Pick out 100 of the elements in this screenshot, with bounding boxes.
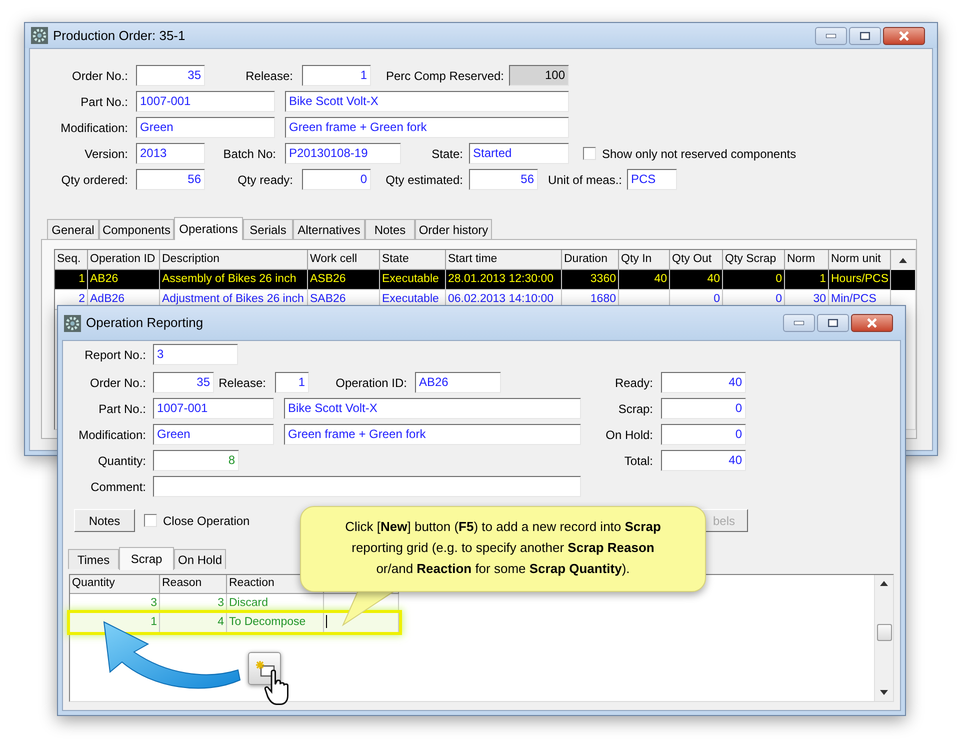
tab[interactable]: Serials [243, 219, 293, 239]
input-field[interactable]: Green [153, 424, 274, 445]
input-field[interactable]: 35 [153, 372, 214, 393]
scroll-down-icon[interactable] [880, 690, 888, 695]
input-field[interactable]: Green frame + Green fork [284, 424, 581, 445]
tab[interactable]: Times [68, 549, 119, 569]
gear-icon [31, 27, 48, 44]
field-label: Report No.: [84, 346, 146, 364]
field-label: Batch No: [223, 146, 276, 162]
tab[interactable]: Operations [174, 217, 243, 240]
field-label: Release: [246, 68, 293, 84]
column-header[interactable]: Description [160, 250, 308, 270]
column-header[interactable]: Qty Scrap [723, 250, 785, 270]
input-field[interactable]: 2013 [136, 143, 205, 164]
input-field[interactable]: 40 [661, 450, 746, 471]
field-label: Version: [84, 146, 128, 162]
scroll-up-icon[interactable] [899, 258, 907, 262]
field-label: Qty estimated: [386, 172, 463, 188]
input-field[interactable]: 35 [136, 65, 205, 86]
maximize-button[interactable] [849, 26, 881, 44]
maximize-button[interactable] [817, 314, 849, 332]
column-header[interactable]: Quantity [70, 575, 160, 594]
tab[interactable]: Alternatives [293, 219, 365, 239]
input-field[interactable]: 1007-001 [153, 398, 274, 419]
column-header[interactable]: Norm unit [829, 250, 891, 270]
input-field[interactable]: 100 [509, 65, 569, 86]
tab[interactable]: General [47, 219, 99, 239]
input-field[interactable]: 1007-001 [136, 91, 275, 112]
close-button[interactable] [883, 26, 925, 44]
input-field[interactable]: AB26 [415, 372, 501, 393]
notes-button[interactable]: Notes [74, 509, 135, 532]
input-field[interactable]: 40 [661, 372, 746, 393]
column-header[interactable]: Duration [562, 250, 619, 270]
input-field[interactable]: 3 [153, 344, 238, 365]
minimize-icon [794, 321, 804, 325]
maximize-icon [860, 32, 870, 40]
minimize-button[interactable] [783, 314, 815, 332]
scrollbar-thumb[interactable] [876, 624, 892, 641]
input-field[interactable]: Green frame + Green fork [285, 117, 569, 138]
field-label: Modification: [60, 120, 128, 136]
input-field[interactable] [153, 476, 581, 497]
close-button[interactable] [851, 314, 893, 332]
scrollbar[interactable] [874, 575, 893, 701]
column-header[interactable]: Norm [785, 250, 829, 270]
column-header[interactable]: Qty In [619, 250, 670, 270]
input-field[interactable]: P20130108-19 [285, 143, 401, 164]
input-field[interactable]: 56 [469, 169, 538, 190]
table-cell: 4 [160, 613, 227, 632]
input-field[interactable]: 0 [302, 169, 371, 190]
field-label: Total: [624, 452, 653, 470]
input-field[interactable]: Green [136, 117, 275, 138]
gear-icon [64, 314, 81, 332]
window-title: Operation Reporting [86, 314, 204, 332]
checkbox[interactable] [583, 147, 596, 160]
field-label: State: [432, 146, 463, 162]
tab[interactable]: Notes [365, 219, 415, 239]
field-label: Part No.: [80, 94, 128, 110]
input-field[interactable]: 0 [661, 424, 746, 445]
close-icon [899, 30, 909, 40]
field-label: Operation ID: [336, 374, 407, 392]
column-header[interactable]: State [380, 250, 446, 270]
column-header[interactable]: Start time [446, 250, 562, 270]
column-header[interactable]: Operation ID [88, 250, 160, 270]
field-label: On Hold: [606, 426, 653, 444]
tab[interactable]: Components [99, 219, 174, 239]
field-label: Order No.: [90, 374, 146, 392]
window-title: Production Order: 35-1 [53, 26, 186, 45]
field-label: Modification: [78, 426, 146, 444]
column-header[interactable]: Qty Out [670, 250, 723, 270]
field-label: Release: [218, 374, 266, 392]
scroll-up-icon[interactable] [880, 581, 888, 586]
minimize-button[interactable] [815, 26, 847, 44]
input-field[interactable]: 56 [136, 169, 205, 190]
input-field[interactable]: Started [469, 143, 569, 164]
field-label: Perc Comp Reserved: [386, 68, 504, 84]
field-label: Ready: [614, 374, 653, 392]
field-label: Order No.: [72, 68, 128, 84]
input-field[interactable]: Bike Scott Volt-X [284, 398, 581, 419]
column-header[interactable]: Work cell [308, 250, 380, 270]
field-label: Scrap: [618, 400, 653, 418]
column-header[interactable]: Reason [160, 575, 227, 594]
input-field[interactable]: 0 [661, 398, 746, 419]
input-field[interactable]: PCS [627, 169, 677, 190]
close-icon [867, 318, 877, 328]
tab[interactable]: Scrap [119, 547, 174, 570]
input-field[interactable]: 8 [153, 450, 239, 471]
tab[interactable]: Order history [415, 219, 492, 239]
input-field[interactable]: 1 [275, 372, 309, 393]
maximize-icon [828, 319, 838, 327]
tab[interactable]: On Hold [174, 549, 226, 569]
table-cell: To Decompose [227, 613, 324, 632]
field-label: Part No.: [98, 400, 146, 418]
field-label: Unit of meas.: [548, 172, 622, 188]
field-label: Comment: [90, 478, 146, 496]
input-field[interactable]: Bike Scott Volt-X [285, 91, 569, 112]
field-label: Qty ready: [238, 172, 293, 188]
checkbox[interactable] [144, 514, 157, 527]
input-field[interactable]: 1 [302, 65, 371, 86]
minimize-icon [826, 34, 836, 38]
column-header[interactable]: Seq. [55, 250, 88, 270]
